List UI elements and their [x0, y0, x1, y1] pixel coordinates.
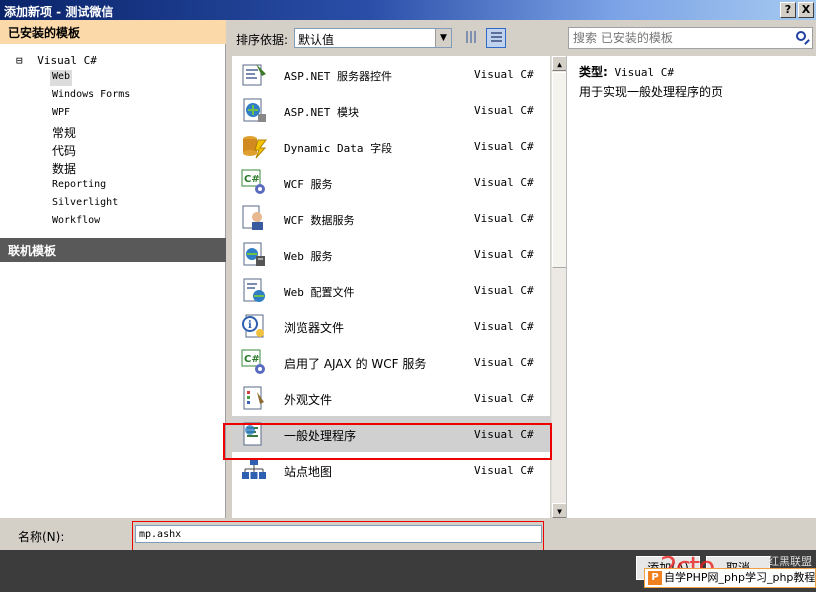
search-input[interactable] — [573, 29, 793, 47]
installed-templates-header[interactable]: 已安装的模板 — [0, 20, 226, 44]
window-title: 添加新项 - 测试微信 — [4, 5, 114, 19]
template-item-language: Visual C# — [474, 284, 534, 297]
watermark-footer-text: 自学PHP网_php学习_php教程 — [664, 571, 816, 584]
template-item[interactable]: C# WCF 服务 Visual C# — [232, 164, 550, 200]
small-icons-view-button[interactable] — [462, 28, 482, 48]
ajax-wcf-service-icon: C# — [240, 348, 268, 376]
template-item-name: WCF 数据服务 — [284, 214, 355, 227]
template-item-language: Visual C# — [474, 68, 534, 81]
site-logo-icon: P — [648, 571, 662, 585]
template-item-language: Visual C# — [474, 248, 534, 261]
svg-text:C#: C# — [244, 174, 260, 185]
tree-node-data[interactable]: 数据 — [50, 160, 78, 176]
details-type-value: Visual C# — [614, 66, 675, 79]
template-item-name: Dynamic Data 字段 — [284, 142, 393, 155]
tree-node-windows-forms[interactable]: Windows Forms — [50, 88, 132, 104]
template-item-language: Visual C# — [474, 140, 534, 153]
scrollbar-thumb[interactable] — [552, 72, 567, 268]
web-service-icon — [240, 240, 268, 268]
sort-select-value: 默认值 — [298, 33, 335, 47]
close-button[interactable]: X — [798, 2, 814, 18]
tree-node-web[interactable]: Web — [50, 70, 73, 86]
template-item-name: 站点地图 — [284, 465, 333, 479]
search-box[interactable] — [568, 27, 813, 49]
template-item-language: Visual C# — [474, 392, 534, 405]
template-item-name: WCF 服务 — [284, 178, 333, 191]
template-details-panel: 类型: Visual C# 用于实现一般处理程序的页 — [566, 56, 816, 518]
online-templates-header[interactable]: 联机模板 — [0, 238, 226, 262]
skin-file-icon — [240, 384, 268, 412]
template-item[interactable]: ASP.NET 模块 Visual C# — [232, 92, 550, 128]
tree-node-silverlight[interactable]: Silverlight — [50, 196, 120, 212]
module-icon — [240, 96, 268, 124]
template-item[interactable]: 外观文件 Visual C# — [232, 380, 550, 416]
template-item-name: ASP.NET 服务器控件 — [284, 70, 392, 83]
wcf-data-service-icon — [240, 204, 268, 232]
toolbar: 排序依据: 默认值 ▼ — [228, 20, 816, 56]
search-icon[interactable] — [796, 31, 806, 41]
tree-node-wpf[interactable]: WPF — [50, 106, 72, 122]
template-category-panel: 已安装的模板 ⊟ Visual C# Web Windows Forms WPF… — [0, 20, 226, 518]
browser-file-icon: i — [240, 312, 268, 340]
template-item-language: Visual C# — [474, 464, 534, 477]
tree-node-visual-csharp[interactable]: ⊟ Visual C# — [16, 54, 97, 67]
scroll-up-icon[interactable]: ▲ — [552, 56, 567, 71]
details-description: 用于实现一般处理程序的页 — [579, 85, 724, 99]
scroll-down-icon[interactable]: ▼ — [552, 503, 567, 518]
button-bar: 添加(A) 取消 2cto 红黑联盟 P自学PHP网_php学习_php教程 — [0, 550, 816, 592]
tree-node-reporting[interactable]: Reporting — [50, 178, 108, 194]
details-type: 类型: Visual C# — [579, 63, 674, 80]
small-icons-view-icon — [466, 31, 477, 43]
template-item[interactable]: Web 服务 Visual C# — [232, 236, 550, 272]
template-item-name: Web 配置文件 — [284, 286, 355, 299]
highlight-box-name-field — [132, 521, 544, 551]
sitemap-icon — [240, 456, 268, 484]
template-item-language: Visual C# — [474, 356, 534, 369]
chevron-down-icon[interactable]: ▼ — [435, 29, 451, 47]
template-item[interactable]: WCF 数据服务 Visual C# — [232, 200, 550, 236]
name-label: 名称(N): — [18, 530, 65, 544]
template-item[interactable]: Web 配置文件 Visual C# — [232, 272, 550, 308]
svg-text:i: i — [248, 320, 252, 331]
template-item-name: 启用了 AJAX 的 WCF 服务 — [284, 357, 427, 371]
template-item[interactable]: ASP.NET 服务器控件 Visual C# — [232, 56, 550, 92]
tree-node-workflow[interactable]: Workflow — [50, 214, 102, 230]
template-item-name: Web 服务 — [284, 250, 333, 263]
template-item-language: Visual C# — [474, 176, 534, 189]
template-item[interactable]: C# 启用了 AJAX 的 WCF 服务 Visual C# — [232, 344, 550, 380]
highlight-box-selected-item — [223, 423, 552, 460]
template-item-language: Visual C# — [474, 212, 534, 225]
web-config-icon — [240, 276, 268, 304]
wcf-service-icon: C# — [240, 168, 268, 196]
watermark-footer: P 自学PHP网_php学习_php教程 — [644, 568, 816, 588]
server-control-icon — [240, 60, 268, 88]
template-item-name: 外观文件 — [284, 393, 333, 407]
sort-select[interactable]: 默认值 ▼ — [294, 28, 452, 48]
watermark-tag: 红黑联盟 — [768, 555, 812, 568]
details-type-label: 类型: — [579, 65, 608, 79]
svg-text:C#: C# — [244, 354, 260, 365]
dynamic-data-icon — [240, 132, 268, 160]
template-item-name: 浏览器文件 — [284, 321, 345, 335]
tree-node-code[interactable]: 代码 — [50, 142, 78, 158]
template-item[interactable]: i 浏览器文件 Visual C# — [232, 308, 550, 344]
sort-label: 排序依据: — [236, 33, 289, 47]
tree-node-label: Visual C# — [37, 54, 97, 67]
tree-node-general[interactable]: 常规 — [50, 124, 78, 140]
list-view-button[interactable] — [486, 28, 506, 48]
list-view-icon — [491, 32, 502, 44]
template-item-language: Visual C# — [474, 320, 534, 333]
template-item[interactable]: Dynamic Data 字段 Visual C# — [232, 128, 550, 164]
template-item-language: Visual C# — [474, 104, 534, 117]
list-scrollbar[interactable]: ▲ ▼ — [551, 56, 567, 518]
template-item-name: ASP.NET 模块 — [284, 106, 359, 119]
collapse-icon[interactable]: ⊟ — [16, 54, 23, 67]
help-button[interactable]: ? — [780, 2, 796, 18]
title-bar: 添加新项 - 测试微信 ? X — [0, 0, 816, 20]
